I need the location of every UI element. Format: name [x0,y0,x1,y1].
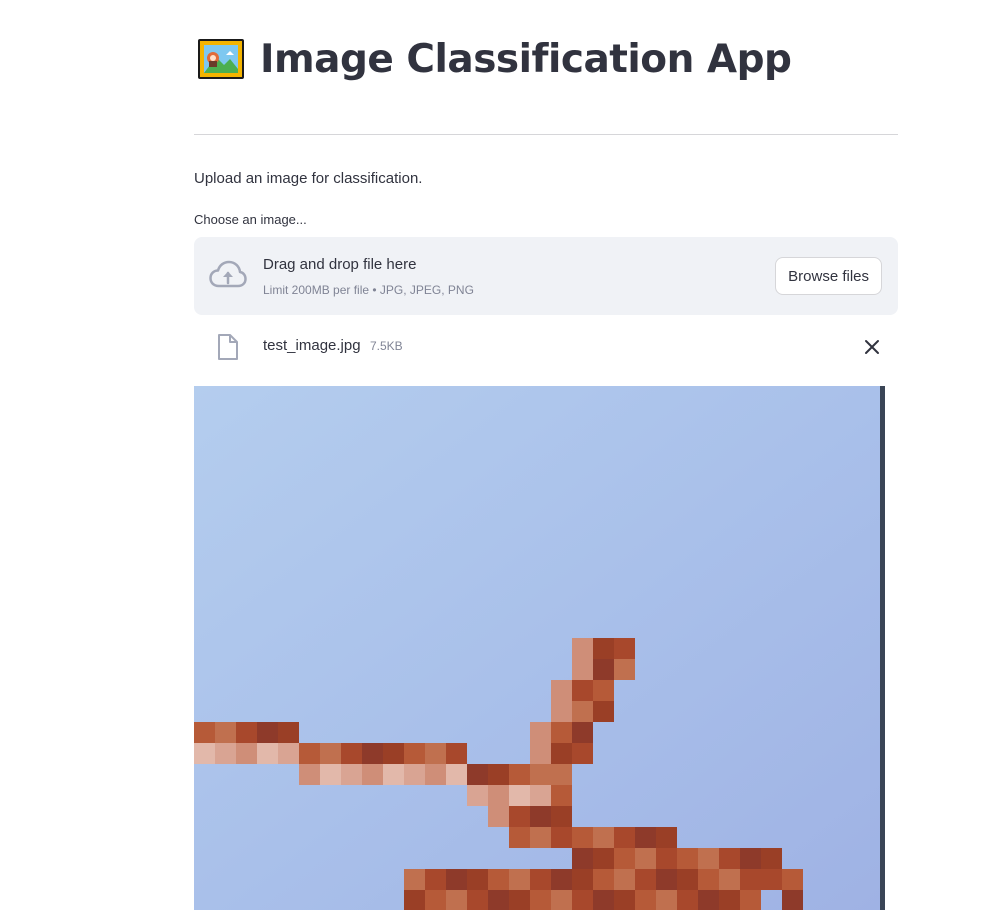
page-header: Image Classification App [198,36,792,82]
dropzone-limit-text: Limit 200MB per file • JPG, JPEG, PNG [263,283,474,297]
browse-files-button[interactable]: Browse files [775,257,882,295]
uploaded-file-size: 7.5KB [370,339,403,353]
page-title: Image Classification App [260,36,792,82]
framed-picture-icon [198,39,244,79]
uploader-label: Choose an image... [194,212,307,227]
uploaded-image-preview [194,386,885,910]
file-icon [216,333,240,361]
close-icon[interactable] [862,337,882,357]
uploaded-file-name: test_image.jpg [263,337,361,354]
preview-image [194,386,885,910]
header-divider [194,134,898,135]
cloud-upload-icon [209,260,247,290]
dropzone-title: Drag and drop file here [263,256,417,273]
file-dropzone[interactable]: Drag and drop file here Limit 200MB per … [194,237,898,315]
intro-text: Upload an image for classification. [194,170,423,187]
uploaded-file-row: test_image.jpg 7.5KB [194,327,898,367]
